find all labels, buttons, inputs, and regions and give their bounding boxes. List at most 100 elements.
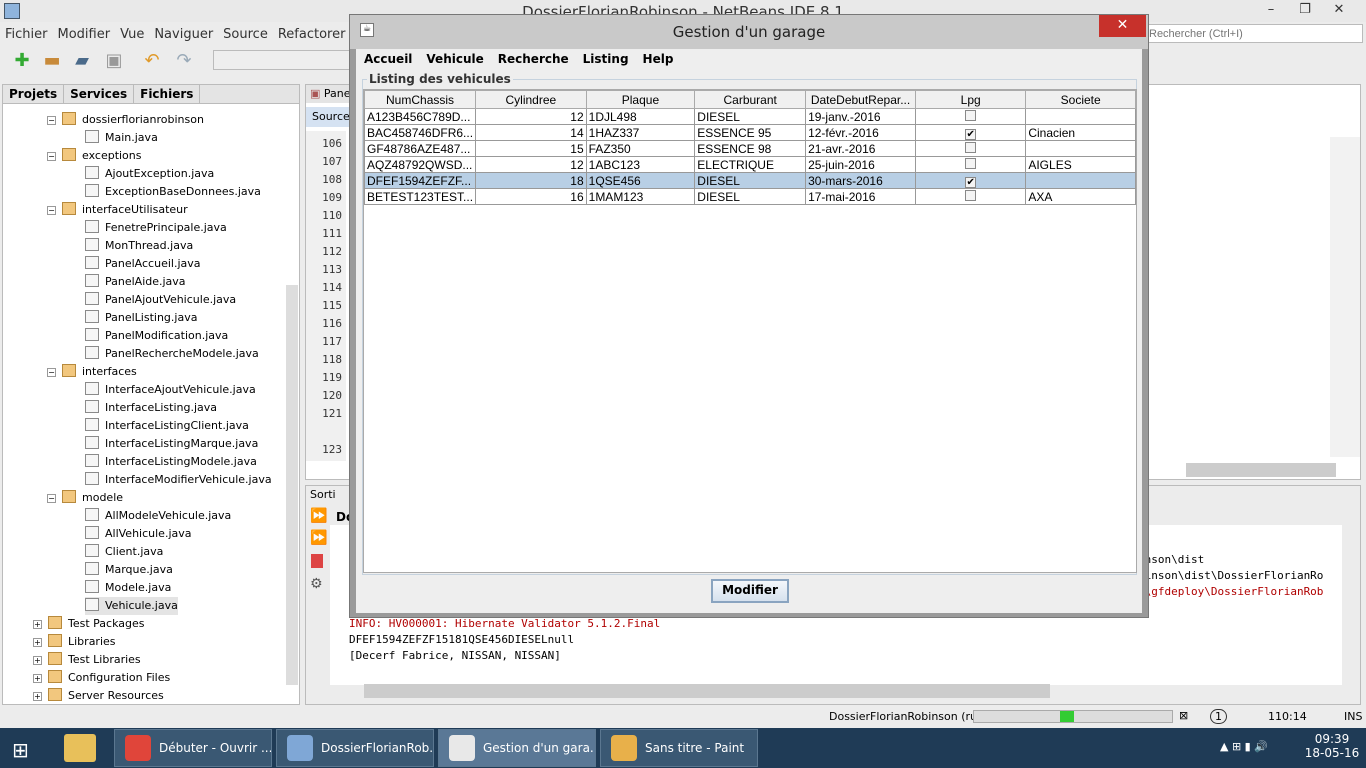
tree-item[interactable]: − interfaceUtilisateur <box>47 201 188 219</box>
tree-item[interactable]: − modele <box>47 489 123 507</box>
cell-date[interactable]: 25-juin-2016 <box>805 156 916 173</box>
tree-item[interactable]: InterfaceListing.java <box>85 399 217 417</box>
cell-soc[interactable] <box>1025 172 1136 189</box>
cell-num[interactable]: AQZ48792QWSD... <box>363 156 477 173</box>
expand-toggle-icon[interactable]: + <box>33 620 42 629</box>
lpg-checkbox[interactable] <box>965 109 977 121</box>
new-file-icon[interactable]: ✚ <box>10 50 34 72</box>
modifier-button[interactable]: Modifier <box>711 579 789 603</box>
cell-carb[interactable]: DIESEL <box>694 188 807 205</box>
cell-cyl[interactable]: 14 <box>475 124 587 141</box>
expand-toggle-icon[interactable]: + <box>33 638 42 647</box>
column-header[interactable]: Plaque <box>585 90 696 109</box>
table-row[interactable]: BETEST123TEST... 16 1MAM123 DIESEL 17-mai-20… <box>363 188 1136 205</box>
column-header[interactable]: Societe <box>1025 90 1136 109</box>
start-button[interactable]: ⊞ <box>12 738 29 762</box>
cell-plaque[interactable]: 1HAZ337 <box>585 124 696 141</box>
tree-item[interactable]: MonThread.java <box>85 237 193 255</box>
tree-scrollbar[interactable] <box>286 285 298 685</box>
taskbar-item[interactable]: Gestion d'un gara... <box>438 729 596 767</box>
column-header[interactable]: Carburant <box>694 90 807 109</box>
undo-icon[interactable]: ↶ <box>140 50 164 72</box>
dialog-menu-listing[interactable]: Listing <box>575 49 635 66</box>
cell-soc[interactable] <box>1025 108 1136 125</box>
tree-item[interactable]: InterfaceListingModele.java <box>85 453 257 471</box>
close-button[interactable]: ✕ <box>1324 0 1354 22</box>
column-header[interactable]: DateDebutRepar... <box>805 90 916 109</box>
tray-icons[interactable]: ▲ ⊞ ▮ 🔊 <box>1220 740 1268 753</box>
expand-toggle-icon[interactable]: − <box>47 116 56 125</box>
tree-item[interactable]: − dossierflorianrobinson <box>47 111 204 129</box>
table-row[interactable]: GF48786AZE487... 15 FAZ350 ESSENCE 98 21-avr… <box>363 140 1136 157</box>
tree-item[interactable]: − exceptions <box>47 147 142 165</box>
cell-lpg[interactable] <box>914 108 1027 125</box>
lpg-checkbox[interactable] <box>965 157 977 169</box>
cell-carb[interactable]: ESSENCE 98 <box>694 140 807 157</box>
column-header[interactable]: Cylindree <box>475 90 587 109</box>
tree-item[interactable]: + Test Libraries <box>33 651 141 669</box>
dialog-menu-vehicule[interactable]: Vehicule <box>418 49 489 66</box>
rerun-icon[interactable]: ⏩ <box>310 508 327 524</box>
column-header[interactable]: Lpg <box>914 90 1027 109</box>
tree-item[interactable]: PanelAide.java <box>85 273 186 291</box>
taskbar-item[interactable]: Sans titre - Paint <box>600 729 758 767</box>
tab-projets[interactable]: Projets <box>3 85 65 103</box>
cell-soc[interactable]: Cinacien <box>1025 124 1136 141</box>
tree-item[interactable]: InterfaceListingClient.java <box>85 417 249 435</box>
cell-lpg[interactable] <box>914 156 1027 173</box>
search-input[interactable] <box>1145 24 1363 43</box>
settings-icon[interactable]: ⚙ <box>310 576 323 592</box>
table-row[interactable]: BAC458746DFR6... 14 1HAZ337 ESSENCE 95 12-fé… <box>363 124 1136 141</box>
expand-toggle-icon[interactable]: − <box>47 494 56 503</box>
cell-cyl[interactable]: 18 <box>475 172 587 189</box>
cell-num[interactable]: A123B456C789D... <box>363 108 477 125</box>
source-tab[interactable]: Source <box>306 107 352 127</box>
cell-cyl[interactable]: 12 <box>475 156 587 173</box>
expand-toggle-icon[interactable]: − <box>47 152 56 161</box>
clock[interactable]: 09:39 18-05-16 <box>1304 732 1360 760</box>
redo-icon[interactable]: ↷ <box>172 50 196 72</box>
cell-plaque[interactable]: 1MAM123 <box>585 188 696 205</box>
tree-item[interactable]: PanelModification.java <box>85 327 228 345</box>
tree-item[interactable]: FenetrePrincipale.java <box>85 219 227 237</box>
cell-cyl[interactable]: 12 <box>475 108 587 125</box>
cell-plaque[interactable]: 1DJL498 <box>585 108 696 125</box>
tree-item[interactable]: PanelListing.java <box>85 309 197 327</box>
cell-date[interactable]: 30-mars-2016 <box>805 172 916 189</box>
column-header[interactable]: NumChassis <box>363 90 477 109</box>
lpg-checkbox[interactable] <box>965 189 977 201</box>
cell-lpg[interactable] <box>914 188 1027 205</box>
cell-cyl[interactable]: 16 <box>475 188 587 205</box>
menu-refactorer[interactable]: Refactorer <box>273 24 351 42</box>
expand-toggle-icon[interactable]: − <box>47 368 56 377</box>
cell-lpg[interactable]: ✔ <box>914 172 1027 189</box>
expand-toggle-icon[interactable]: + <box>33 692 42 701</box>
tree-item[interactable]: PanelRechercheModele.java <box>85 345 259 363</box>
tree-item[interactable]: Main.java <box>85 129 158 147</box>
dialog-close-button[interactable]: ✕ <box>1099 15 1146 37</box>
expand-toggle-icon[interactable]: + <box>33 674 42 683</box>
expand-toggle-icon[interactable]: + <box>33 656 42 665</box>
cell-carb[interactable]: DIESEL <box>694 172 807 189</box>
dialog-menu-accueil[interactable]: Accueil <box>356 49 418 66</box>
dialog-menu-help[interactable]: Help <box>635 49 680 66</box>
lpg-checkbox[interactable]: ✔ <box>965 128 977 140</box>
dialog-menu-recherche[interactable]: Recherche <box>490 49 575 66</box>
tree-item[interactable]: Marque.java <box>85 561 173 579</box>
cell-num[interactable]: BAC458746DFR6... <box>363 124 477 141</box>
tree-item[interactable]: Client.java <box>85 543 163 561</box>
editor-h-scrollbar[interactable] <box>1186 463 1336 477</box>
cell-num[interactable]: DFEF1594ZEFZF... <box>363 172 477 189</box>
cell-carb[interactable]: ELECTRIQUE <box>694 156 807 173</box>
menu-modifier[interactable]: Modifier <box>53 24 116 42</box>
output-h-scrollbar[interactable] <box>364 684 1050 698</box>
lpg-checkbox[interactable] <box>965 141 977 153</box>
tree-item[interactable]: + Server Resources <box>33 687 164 705</box>
tab-fichiers[interactable]: Fichiers <box>134 85 201 103</box>
cell-num[interactable]: BETEST123TEST... <box>363 188 477 205</box>
cell-cyl[interactable]: 15 <box>475 140 587 157</box>
expand-toggle-icon[interactable]: − <box>47 206 56 215</box>
cell-carb[interactable]: DIESEL <box>694 108 807 125</box>
tree-item[interactable]: Modele.java <box>85 579 171 597</box>
cell-soc[interactable] <box>1025 140 1136 157</box>
